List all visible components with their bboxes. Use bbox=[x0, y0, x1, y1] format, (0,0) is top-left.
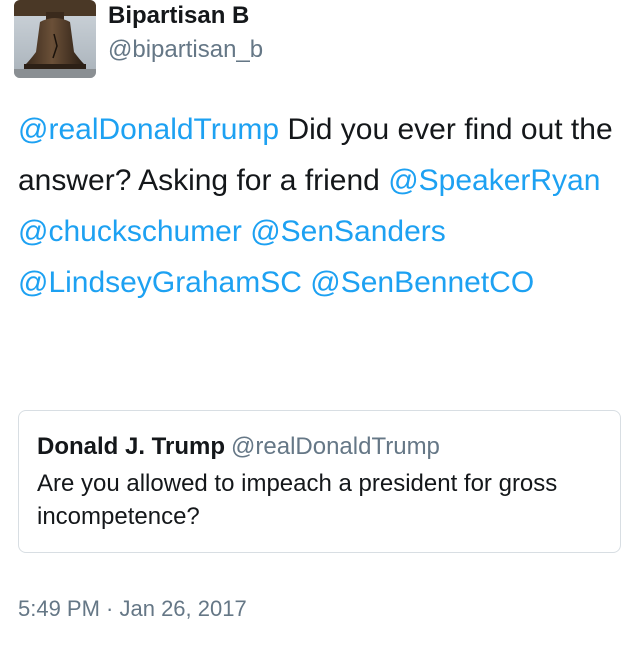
quoted-tweet-header: Donald J. Trump @realDonaldTrump bbox=[37, 433, 440, 461]
author-display-name[interactable]: Bipartisan B bbox=[108, 2, 249, 30]
quoted-author-name: Donald J. Trump bbox=[37, 433, 226, 460]
author-handle[interactable]: @bipartisan_b bbox=[108, 36, 263, 64]
tweet-card: Bipartisan B @bipartisan_b @realDonaldTr… bbox=[0, 0, 640, 648]
mention-link[interactable]: @SenSanders bbox=[250, 215, 446, 248]
liberty-bell-icon bbox=[14, 0, 96, 78]
quoted-author-handle: @realDonaldTrump bbox=[231, 433, 440, 460]
mention-link[interactable]: @SenBennetCO bbox=[310, 266, 534, 299]
quoted-tweet-text: Are you allowed to impeach a president f… bbox=[37, 470, 558, 530]
tweet-text: @realDonaldTrump Did you ever find out t… bbox=[18, 104, 628, 308]
avatar[interactable] bbox=[14, 0, 96, 78]
mention-link[interactable]: @SpeakerRyan bbox=[388, 164, 600, 197]
mention-link[interactable]: @realDonaldTrump bbox=[18, 113, 279, 146]
tweet-timestamp[interactable]: 5:49 PM · Jan 26, 2017 bbox=[18, 596, 247, 622]
mention-link[interactable]: @chuckschumer bbox=[18, 215, 242, 248]
quoted-tweet-card[interactable]: Donald J. Trump @realDonaldTrump Are you … bbox=[18, 410, 621, 553]
mention-link[interactable]: @LindseyGrahamSC bbox=[18, 266, 302, 299]
